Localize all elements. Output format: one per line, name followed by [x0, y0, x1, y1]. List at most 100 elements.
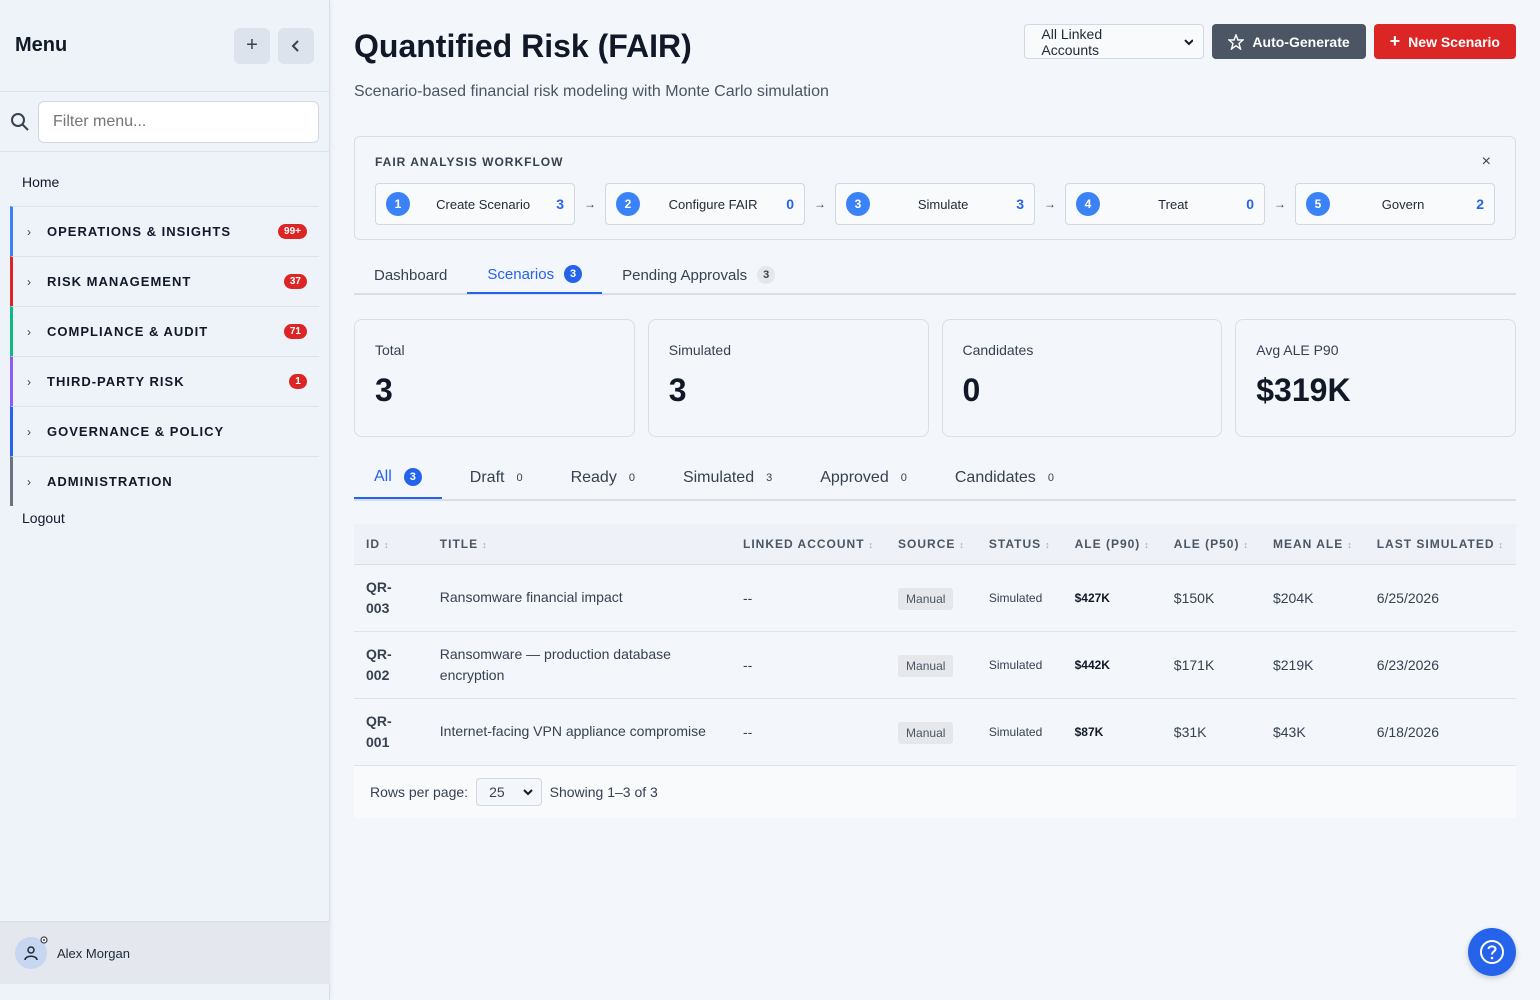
rows-per-page-value: 25: [489, 784, 505, 800]
cell-linked-account: --: [742, 589, 753, 606]
close-icon[interactable]: ×: [1482, 153, 1491, 171]
id-prefix: QR-: [366, 645, 392, 662]
stat-card: Avg ALE P90 $319K: [1235, 319, 1516, 437]
filter-menu-input[interactable]: [38, 100, 319, 143]
sidebar-item-home[interactable]: Home: [0, 152, 329, 206]
id-number: 002: [366, 666, 390, 683]
sidebar-item-governance-policy[interactable]: › GOVERNANCE & POLICY: [10, 406, 319, 456]
table-row[interactable]: QR- 001 Internet-facing VPN appliance comp…: [354, 698, 1516, 765]
stat-card: Simulated 3: [647, 319, 929, 437]
linked-accounts-select[interactable]: All Linked Accounts: [1024, 24, 1205, 59]
logout-link[interactable]: Logout: [0, 506, 329, 530]
tab-dashboard[interactable]: Dashboard: [354, 256, 467, 294]
arrow-right-icon: →: [584, 197, 596, 211]
tab-scenarios[interactable]: Scenarios 3: [467, 256, 603, 294]
help-button[interactable]: [1468, 928, 1516, 976]
step-count: 2: [1476, 196, 1484, 212]
cell-status: Simulated: [988, 590, 1043, 605]
new-scenario-button[interactable]: + New Scenario: [1373, 24, 1516, 59]
column-header-label: STATUS: [988, 536, 1042, 551]
sidebar-item-label: OPERATIONS & INSIGHTS: [47, 224, 231, 239]
table-row[interactable]: QR- 002 Ransomware — production database e…: [354, 631, 1516, 698]
column-header[interactable]: SOURCE ↕: [886, 524, 977, 565]
filter-tab-label: Draft: [469, 468, 505, 486]
workflow-step[interactable]: 3 Simulate 3: [835, 183, 1035, 225]
workflow-step[interactable]: 5 Govern 2: [1295, 183, 1495, 225]
sidebar-item-third-party-risk[interactable]: › THIRD-PARTY RISK 1: [10, 356, 319, 406]
column-header[interactable]: ALE (P90) ↕: [1062, 524, 1162, 565]
workflow-steps: 1 Create Scenario 3 → 2 Configure FAIR 0 → 3 Simu…: [375, 183, 1495, 225]
workflow-step[interactable]: 4 Treat 0: [1065, 183, 1265, 225]
column-header[interactable]: MEAN ALE ↕: [1260, 524, 1365, 565]
cell-title[interactable]: Ransomware financial impact: [428, 564, 731, 631]
stat-card: Candidates 0: [941, 319, 1223, 437]
tab-pending-approvals[interactable]: Pending Approvals 3: [602, 256, 795, 294]
step-count: 0: [786, 196, 794, 212]
cell-ale-p90: $427K: [1074, 590, 1110, 605]
sidebar-item-label: COMPLIANCE & AUDIT: [47, 324, 209, 339]
sidebar-item-operations-insights[interactable]: › OPERATIONS & INSIGHTS 99+: [10, 206, 319, 256]
auto-generate-button[interactable]: Auto-Generate: [1212, 24, 1366, 59]
column-header[interactable]: ALE (P50) ↕: [1161, 524, 1261, 565]
filter-tab-approved[interactable]: Approved 0: [800, 456, 927, 499]
column-header-label: MEAN ALE: [1272, 536, 1344, 551]
column-header[interactable]: ID ↕: [354, 524, 428, 565]
chevron-right-icon: ›: [27, 374, 31, 389]
table-row[interactable]: QR- 003 Ransomware financial impact -- Manua…: [354, 564, 1516, 631]
scenarios-table: ID ↕ TITLE ↕ LINKED ACCOUNT ↕ SOURCE ↕ STATUS ↕ AL…: [354, 524, 1516, 766]
gear-icon: [40, 936, 48, 944]
count-badge: 99+: [278, 224, 307, 239]
cell-source: Manual: [886, 564, 977, 631]
column-header[interactable]: STATUS ↕: [976, 524, 1063, 565]
chevron-right-icon: ›: [27, 424, 31, 439]
avatar[interactable]: [15, 936, 48, 969]
page-title: Quantified Risk (FAIR): [354, 28, 692, 64]
search-icon: [11, 112, 29, 131]
showing-text: Showing 1–3 of 3: [549, 784, 658, 800]
user-profile[interactable]: Alex Morgan: [0, 921, 330, 984]
sidebar-item-label: ADMINISTRATION: [47, 474, 173, 489]
sidebar-item-administration[interactable]: › ADMINISTRATION: [10, 456, 319, 506]
id-prefix: QR-: [366, 578, 392, 595]
add-icon[interactable]: +: [234, 27, 270, 64]
chevron-left-icon: [291, 39, 299, 52]
filter-tab-candidates[interactable]: Candidates 0: [935, 456, 1074, 499]
filter-tab-count: 0: [516, 471, 523, 484]
sort-icon: ↕: [1498, 539, 1504, 550]
stat-value: 3: [668, 372, 687, 408]
sidebar-item-risk-management[interactable]: › RISK MANAGEMENT 37: [10, 256, 319, 306]
rows-per-page-label: Rows per page:: [370, 784, 469, 800]
stat-label: Simulated: [668, 342, 732, 358]
sidebar: Menu + Home › OPERATIONS & INSIGHTS 99+ › RI…: [0, 0, 330, 1000]
cell-title[interactable]: Ransomware — production database encrypt…: [428, 631, 731, 698]
step-number: 3: [846, 192, 870, 216]
column-header[interactable]: TITLE ↕: [427, 524, 731, 565]
cell-ale-p90: $442K: [1074, 657, 1110, 672]
filter-tab-all[interactable]: All 3: [354, 456, 442, 499]
workflow-step[interactable]: 1 Create Scenario 3: [375, 183, 575, 225]
column-header-label: SOURCE: [898, 536, 956, 551]
cell-status: Simulated: [988, 657, 1043, 672]
sidebar-item-compliance-audit[interactable]: › COMPLIANCE & AUDIT 71: [10, 306, 319, 356]
collapse-sidebar-button[interactable]: [278, 27, 314, 64]
cell-title[interactable]: Internet-facing VPN appliance compromise: [428, 698, 731, 765]
workflow-step[interactable]: 2 Configure FAIR 0: [605, 183, 805, 225]
step-label: Configure FAIR: [668, 196, 758, 212]
column-header[interactable]: LINKED ACCOUNT ↕: [730, 524, 887, 565]
filter-tab-draft[interactable]: Draft 0: [450, 456, 543, 499]
rows-per-page-select[interactable]: 25: [476, 778, 542, 806]
filter-tab-simulated[interactable]: Simulated 3: [663, 456, 792, 499]
main-tabs: Dashboard Scenarios 3 Pending Approvals 3: [354, 256, 1516, 295]
arrow-right-icon: →: [1044, 197, 1056, 211]
filter-tab-label: Ready: [570, 468, 617, 486]
filter-tab-ready[interactable]: Ready 0: [551, 456, 655, 499]
chevron-right-icon: ›: [27, 474, 31, 489]
tab-label: Dashboard: [374, 266, 448, 284]
column-header[interactable]: LAST SIMULATED ↕: [1364, 524, 1516, 565]
sort-icon: ↕: [1045, 539, 1051, 550]
fair-workflow-panel: FAIR ANALYSIS WORKFLOW × 1 Create Scenari…: [354, 136, 1516, 240]
filter-tab-count: 0: [900, 471, 907, 484]
stat-cards: Total 3 Simulated 3 Candidates 0 Avg ALE P90 $3…: [354, 319, 1516, 437]
column-header-label: ALE (P50): [1173, 536, 1240, 551]
sort-icon: ↕: [384, 539, 390, 550]
